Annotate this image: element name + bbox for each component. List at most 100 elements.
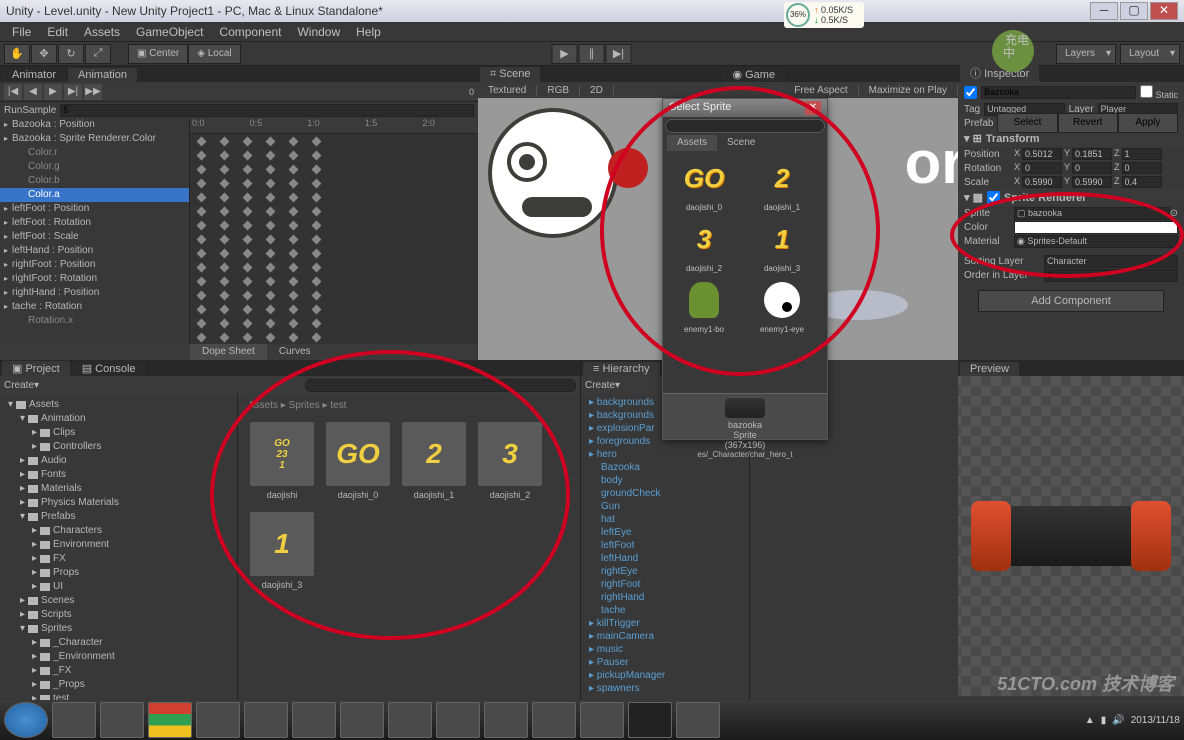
keyframe-icon[interactable] bbox=[266, 206, 276, 216]
keyframe-icon[interactable] bbox=[312, 178, 322, 188]
sprite-picker-item[interactable]: enemy1-eye bbox=[745, 277, 819, 334]
hierarchy-item[interactable]: ▸ pickupManager bbox=[581, 669, 749, 682]
hierarchy-item[interactable]: leftHand bbox=[581, 552, 749, 565]
sprite-search-input[interactable] bbox=[665, 119, 825, 133]
keyframe-row[interactable] bbox=[190, 204, 478, 218]
anim-property-row[interactable]: Color.g bbox=[0, 160, 189, 174]
keyframe-icon[interactable] bbox=[220, 178, 230, 188]
folder-item[interactable]: ▸ Fonts bbox=[0, 468, 237, 482]
keyframe-row[interactable] bbox=[190, 302, 478, 316]
maximize-button[interactable]: ▢ bbox=[1120, 2, 1148, 20]
keyframe-icon[interactable] bbox=[243, 192, 253, 202]
prefab-apply[interactable]: Apply bbox=[1118, 113, 1178, 133]
tray-icon[interactable]: ▮ bbox=[1101, 715, 1107, 726]
keyframe-row[interactable] bbox=[190, 162, 478, 176]
keyframe-icon[interactable] bbox=[312, 234, 322, 244]
keyframe-row[interactable] bbox=[190, 274, 478, 288]
prefab-select[interactable]: Select bbox=[997, 113, 1057, 133]
hierarchy-item[interactable]: ▸ spawners bbox=[581, 682, 749, 695]
sprite-field[interactable]: ▢ bazooka bbox=[1014, 207, 1170, 220]
keyframe-icon[interactable] bbox=[289, 262, 299, 272]
keyframe-icon[interactable] bbox=[312, 318, 322, 328]
keyframe-row[interactable] bbox=[190, 148, 478, 162]
folder-item[interactable]: ▸ Characters bbox=[0, 524, 237, 538]
keyframe-icon[interactable] bbox=[312, 192, 322, 202]
keyframe-icon[interactable] bbox=[266, 304, 276, 314]
keyframe-row[interactable] bbox=[190, 260, 478, 274]
keyframe-icon[interactable] bbox=[312, 220, 322, 230]
menu-component[interactable]: Component bbox=[211, 25, 289, 39]
clock[interactable]: 2013/11/18 bbox=[1131, 715, 1180, 726]
hierarchy-item[interactable]: ▸ killTrigger bbox=[581, 617, 749, 630]
tab-project[interactable]: ▣ Project bbox=[2, 361, 70, 376]
tray-icon[interactable]: 🔊 bbox=[1112, 715, 1124, 726]
folder-item[interactable]: ▾ Animation bbox=[0, 412, 237, 426]
system-tray[interactable]: ▲ ▮ 🔊 2013/11/18 bbox=[1085, 715, 1180, 726]
task-chrome[interactable] bbox=[148, 702, 192, 738]
render-mode[interactable]: RGB bbox=[537, 85, 580, 96]
keyframe-icon[interactable] bbox=[243, 206, 253, 216]
keyframe-icon[interactable] bbox=[197, 220, 207, 230]
tab-scene[interactable]: ⌗ Scene bbox=[480, 67, 540, 82]
tab-animator[interactable]: Animator bbox=[2, 68, 66, 82]
layers-dropdown[interactable]: Layers bbox=[1056, 44, 1116, 64]
keyframe-icon[interactable] bbox=[220, 220, 230, 230]
task-unity[interactable] bbox=[628, 702, 672, 738]
keyframe-icon[interactable] bbox=[266, 318, 276, 328]
keyframe-icon[interactable] bbox=[197, 234, 207, 244]
anim-property-row[interactable]: ▸rightFoot : Rotation bbox=[0, 272, 189, 286]
keyframe-icon[interactable] bbox=[197, 262, 207, 272]
keyframe-icon[interactable] bbox=[266, 248, 276, 258]
minimize-button[interactable]: ─ bbox=[1090, 2, 1118, 20]
task-app[interactable] bbox=[340, 702, 384, 738]
keyframe-icon[interactable] bbox=[220, 332, 230, 342]
tab-preview[interactable]: Preview bbox=[960, 362, 1019, 376]
prefab-revert[interactable]: Revert bbox=[1058, 113, 1118, 133]
keyframe-icon[interactable] bbox=[197, 178, 207, 188]
folder-item[interactable]: ▾ Sprites bbox=[0, 622, 237, 636]
task-app[interactable] bbox=[244, 702, 288, 738]
pos-z[interactable] bbox=[1122, 148, 1162, 160]
keyframe-icon[interactable] bbox=[266, 234, 276, 244]
sprite-picker-item[interactable]: GOdaojishi_0 bbox=[667, 155, 741, 212]
anim-first[interactable]: |◀ bbox=[4, 84, 22, 100]
keyframe-icon[interactable] bbox=[220, 290, 230, 300]
anim-property-row[interactable]: Color.a bbox=[0, 188, 189, 202]
keyframe-icon[interactable] bbox=[243, 234, 253, 244]
anim-property-row[interactable]: Rotation.x bbox=[0, 314, 189, 328]
keyframe-icon[interactable] bbox=[266, 178, 276, 188]
move-tool[interactable]: ✥ bbox=[31, 44, 57, 64]
keyframe-icon[interactable] bbox=[289, 178, 299, 188]
scale-tool[interactable]: ⤢ bbox=[85, 44, 111, 64]
popup-close-icon[interactable]: ✕ bbox=[805, 101, 821, 115]
keyframe-row[interactable] bbox=[190, 176, 478, 190]
hierarchy-item[interactable]: leftEye bbox=[581, 526, 749, 539]
color-field[interactable] bbox=[1014, 221, 1178, 234]
pos-y[interactable] bbox=[1072, 148, 1112, 160]
keyframe-row[interactable] bbox=[190, 190, 478, 204]
keyframe-icon[interactable] bbox=[312, 136, 322, 146]
rot-x[interactable] bbox=[1022, 162, 1062, 174]
keyframe-row[interactable] bbox=[190, 288, 478, 302]
popup-tab-assets[interactable]: Assets bbox=[667, 135, 717, 151]
anim-next[interactable]: ▶| bbox=[64, 84, 82, 100]
keyframe-icon[interactable] bbox=[220, 164, 230, 174]
keyframe-row[interactable] bbox=[190, 218, 478, 232]
rot-z[interactable] bbox=[1122, 162, 1162, 174]
task-app[interactable] bbox=[532, 702, 576, 738]
asset-item[interactable]: 1daojishi_3 bbox=[250, 512, 314, 590]
keyframe-icon[interactable] bbox=[266, 150, 276, 160]
keyframe-icon[interactable] bbox=[289, 318, 299, 328]
rotate-tool[interactable]: ↻ bbox=[58, 44, 84, 64]
hierarchy-item[interactable]: body bbox=[581, 474, 749, 487]
keyframe-icon[interactable] bbox=[197, 304, 207, 314]
keyframe-icon[interactable] bbox=[289, 136, 299, 146]
keyframe-icon[interactable] bbox=[312, 206, 322, 216]
hierarchy-item[interactable]: ▸ Pauser bbox=[581, 656, 749, 669]
folder-item[interactable]: ▸ Props bbox=[0, 566, 237, 580]
hierarchy-create[interactable]: Create bbox=[585, 380, 615, 391]
rot-y[interactable] bbox=[1072, 162, 1112, 174]
keyframe-icon[interactable] bbox=[266, 136, 276, 146]
folder-item[interactable]: ▸ Materials bbox=[0, 482, 237, 496]
animation-timeline[interactable]: 0:00:51:01:52:0 bbox=[190, 118, 478, 344]
